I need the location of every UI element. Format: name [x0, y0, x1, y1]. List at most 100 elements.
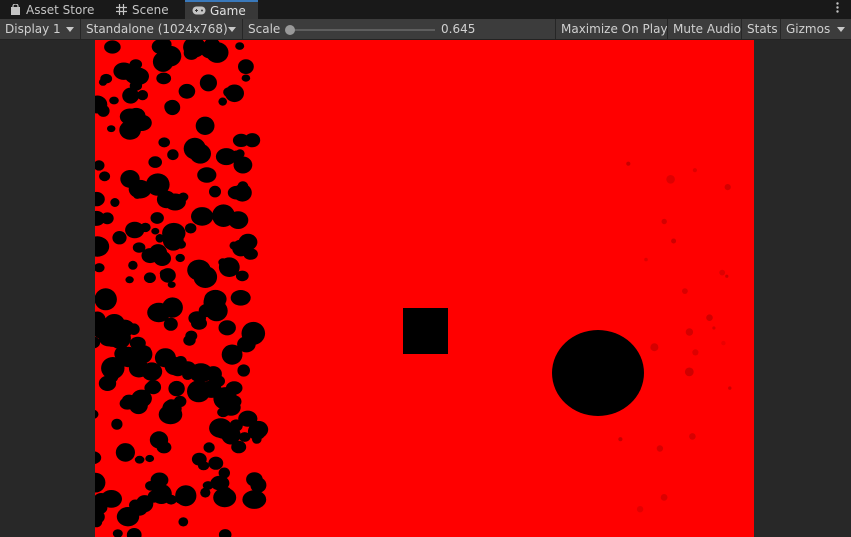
particle — [185, 223, 197, 234]
particle — [198, 303, 215, 318]
faint-particle — [685, 328, 694, 336]
particle — [97, 104, 110, 117]
stats-label: Stats — [747, 22, 778, 36]
particle — [242, 490, 267, 509]
particle — [187, 259, 211, 281]
particle — [131, 114, 152, 131]
particle-field — [95, 40, 269, 537]
particle — [95, 191, 105, 207]
particle — [95, 451, 102, 464]
particle — [95, 160, 105, 171]
particle — [95, 288, 117, 311]
display-dropdown[interactable]: Display 1 — [0, 19, 81, 39]
particle — [178, 83, 196, 99]
particle — [95, 236, 110, 257]
particle — [209, 185, 221, 198]
particle — [112, 231, 127, 245]
particle — [235, 42, 245, 50]
particle — [238, 59, 254, 74]
tab-asset-store[interactable]: Asset Store — [8, 0, 94, 19]
particle — [143, 272, 156, 283]
particle — [167, 281, 176, 288]
particle — [150, 212, 164, 224]
particle — [108, 327, 131, 349]
scale-control: Scale 0.645 — [243, 19, 556, 39]
particle — [208, 456, 224, 470]
particle — [149, 244, 168, 262]
particle — [128, 359, 149, 378]
particle — [235, 149, 245, 159]
particle — [209, 375, 225, 388]
particle — [237, 364, 250, 377]
dropdown-caret-icon — [837, 27, 845, 32]
scale-label: Scale — [248, 22, 281, 36]
faint-particle — [728, 386, 732, 390]
scale-slider-handle[interactable] — [285, 25, 295, 35]
display-label: Display 1 — [5, 22, 61, 36]
particle — [95, 410, 99, 419]
particle — [189, 143, 211, 164]
faint-particle — [684, 367, 694, 377]
particle — [107, 125, 116, 133]
particle — [183, 45, 200, 60]
particle — [98, 78, 108, 86]
particle — [246, 472, 263, 487]
editor-tab-bar: Asset Store Scene Game — [0, 0, 851, 20]
particle — [195, 116, 215, 135]
gizmos-label: Gizmos — [786, 22, 831, 36]
tab-game[interactable]: Game — [185, 0, 258, 19]
particle — [178, 361, 197, 376]
particle — [145, 454, 155, 463]
faint-particle — [626, 161, 631, 166]
resolution-dropdown[interactable]: Standalone (1024x768) — [81, 19, 243, 39]
particle — [238, 410, 258, 427]
faint-particle — [644, 257, 648, 262]
particle — [125, 276, 134, 284]
game-viewport[interactable] — [95, 40, 754, 537]
particle — [217, 407, 230, 418]
particle — [203, 442, 215, 453]
more-vertical-icon — [835, 2, 839, 16]
scale-slider[interactable] — [287, 29, 435, 31]
faint-particle — [666, 175, 675, 184]
particle — [175, 253, 185, 263]
faint-particle — [660, 494, 668, 501]
particle — [218, 529, 232, 537]
particle — [159, 269, 171, 278]
gizmos-dropdown[interactable]: Gizmos — [781, 19, 851, 39]
stats-toggle[interactable]: Stats — [742, 19, 781, 39]
particle — [225, 395, 242, 408]
maximize-on-play-toggle[interactable]: Maximize On Play — [556, 19, 668, 39]
faint-particle — [682, 288, 688, 294]
particle — [109, 96, 119, 105]
particle — [162, 399, 182, 418]
particle — [126, 67, 149, 86]
particle — [175, 495, 187, 504]
particle — [110, 198, 120, 207]
more-options-button[interactable] — [832, 1, 842, 17]
faint-particle — [725, 274, 729, 278]
tab-label: Game — [210, 3, 246, 18]
particle — [241, 74, 251, 82]
particle — [232, 133, 250, 147]
particle — [149, 431, 169, 449]
maximize-label: Maximize On Play — [561, 22, 668, 36]
particle — [111, 418, 123, 430]
faint-particle — [689, 433, 696, 440]
particle — [213, 487, 237, 508]
particle — [128, 323, 140, 336]
particle — [125, 221, 145, 239]
particle — [191, 207, 214, 226]
game-render — [95, 40, 732, 537]
faint-particle — [661, 218, 667, 225]
particle — [185, 330, 198, 342]
tab-scene[interactable]: Scene — [114, 0, 169, 19]
particle — [99, 171, 111, 182]
mute-audio-toggle[interactable]: Mute Audio — [668, 19, 742, 39]
particle — [122, 87, 139, 104]
grid-icon — [114, 3, 128, 17]
particle — [233, 183, 252, 202]
particle — [213, 422, 234, 439]
particle — [241, 321, 266, 345]
particle — [215, 148, 237, 166]
